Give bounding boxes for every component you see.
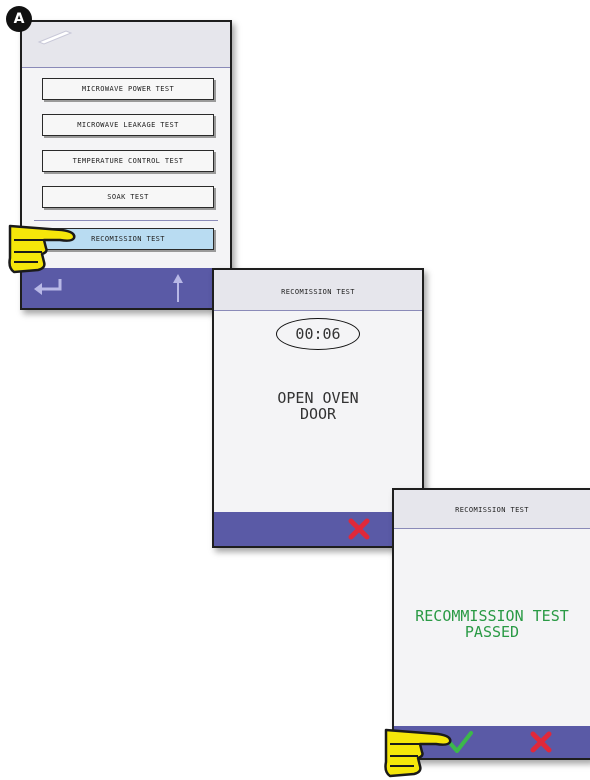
cancel-x-icon[interactable] xyxy=(346,516,372,542)
top-bar: RECOMISSION TEST xyxy=(394,490,590,529)
microwave-power-test-button[interactable]: MICROWAVE POWER TEST xyxy=(42,78,214,100)
top-bar xyxy=(22,22,230,68)
instruction-message: OPEN OVEN DOOR xyxy=(277,389,359,423)
screen-title: RECOMISSION TEST xyxy=(281,288,355,296)
soak-test-button[interactable]: SOAK TEST xyxy=(42,186,214,208)
screen-title: RECOMISSION TEST xyxy=(455,506,529,514)
stylus-icon xyxy=(37,30,73,45)
back-arrow-icon[interactable] xyxy=(30,276,64,298)
step-badge: A xyxy=(6,6,32,32)
microwave-leakage-test-button[interactable]: MICROWAVE LEAKAGE TEST xyxy=(42,114,214,136)
temperature-control-test-button[interactable]: TEMPERATURE CONTROL TEST xyxy=(42,150,214,172)
result-message: RECOMMISSION TEST PASSED xyxy=(415,607,569,641)
bottom-bar xyxy=(214,512,422,546)
pointing-hand-icon xyxy=(8,224,76,274)
countdown-timer: 00:06 xyxy=(276,318,360,350)
pointing-hand-icon xyxy=(384,728,452,778)
cancel-x-icon[interactable] xyxy=(528,729,554,755)
up-arrow-icon[interactable] xyxy=(170,272,186,304)
top-bar: RECOMISSION TEST xyxy=(214,270,422,311)
